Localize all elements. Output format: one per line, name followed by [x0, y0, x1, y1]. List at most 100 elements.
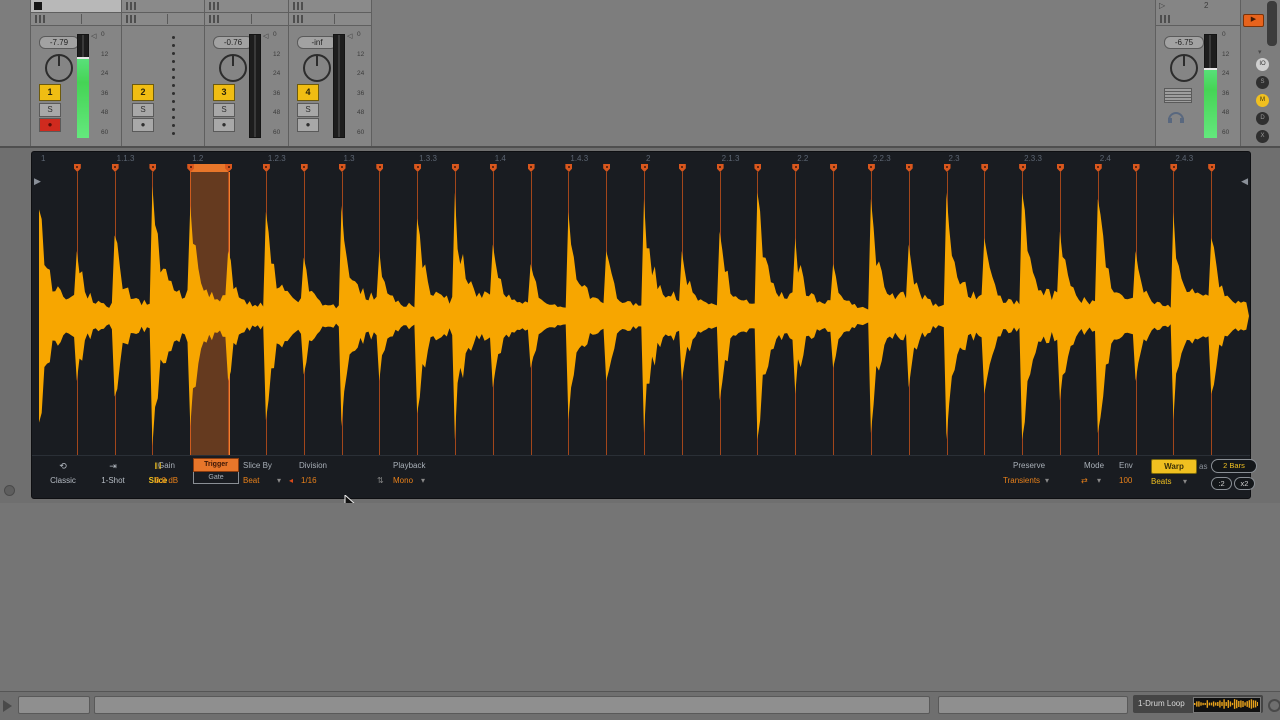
vertical-scrollbar[interactable]: [1267, 1, 1277, 46]
warp-bars-button[interactable]: 2 Bars: [1211, 459, 1257, 473]
solo-button[interactable]: S: [132, 103, 154, 117]
slice-flag[interactable]: [414, 164, 421, 172]
record-arm-button[interactable]: ●: [132, 118, 154, 132]
solo-button[interactable]: S: [213, 103, 235, 117]
one-shot-mode-button[interactable]: ⇥ 1-Shot: [89, 461, 137, 485]
waveform[interactable]: [39, 176, 1249, 456]
chevron-down-icon[interactable]: ▾: [1045, 476, 1049, 485]
volume-readout[interactable]: -0.76: [213, 36, 253, 49]
slice-flag[interactable]: [301, 164, 308, 172]
slice-flag[interactable]: [565, 164, 572, 172]
slice-flag[interactable]: [981, 164, 988, 172]
chevron-down-icon[interactable]: ▾: [1258, 48, 1262, 56]
slice-flag[interactable]: [263, 164, 270, 172]
chevron-down-icon[interactable]: ▾: [1183, 477, 1187, 486]
view-toggle-s[interactable]: S: [1256, 76, 1269, 89]
chevron-down-icon[interactable]: ▾: [1097, 476, 1101, 485]
volume-readout[interactable]: -inf: [297, 36, 337, 49]
slice-flag[interactable]: [339, 164, 346, 172]
warp-half-button[interactable]: :2: [1211, 477, 1232, 490]
loop-mode-icon[interactable]: ⇄: [1081, 476, 1088, 485]
view-toggle-io[interactable]: IO: [1256, 58, 1269, 71]
slice-flag[interactable]: [452, 164, 459, 172]
status-box-long[interactable]: [94, 696, 930, 714]
warp-button[interactable]: Warp: [1151, 459, 1197, 474]
slice-flag[interactable]: [528, 164, 535, 172]
selected-slice-flag[interactable]: [190, 164, 228, 172]
volume-readout[interactable]: -7.79: [39, 36, 79, 49]
solo-button[interactable]: S: [39, 103, 61, 117]
playback-value[interactable]: Mono: [393, 476, 413, 485]
pan-knob[interactable]: [219, 54, 247, 82]
slice-flag[interactable]: [868, 164, 875, 172]
chevron-down-icon[interactable]: ▾: [421, 476, 425, 485]
clip-slot[interactable]: [205, 0, 288, 13]
classic-mode-button[interactable]: ⟲ Classic: [37, 461, 89, 485]
crossfader-assign-box[interactable]: [1164, 88, 1192, 103]
clip-slot[interactable]: [289, 13, 371, 26]
headphone-cue-icon[interactable]: [1166, 108, 1186, 124]
gain-value[interactable]: 0.0 dB: [155, 476, 178, 485]
play-icon[interactable]: [3, 700, 12, 712]
slice-flag[interactable]: [149, 164, 156, 172]
slice-flag[interactable]: [830, 164, 837, 172]
slice-flag[interactable]: [1133, 164, 1140, 172]
slice-flag[interactable]: [1170, 164, 1177, 172]
env-value[interactable]: 100: [1119, 476, 1132, 485]
slice-flag[interactable]: [1057, 164, 1064, 172]
division-nudge-icon[interactable]: ◂: [289, 476, 293, 485]
scene-launch-icon[interactable]: ▷: [1159, 1, 1165, 10]
track-number-button[interactable]: 1: [39, 84, 61, 101]
clip-slot[interactable]: [289, 0, 371, 13]
warp-double-button[interactable]: x2: [1234, 477, 1255, 490]
slice-flag[interactable]: [112, 164, 119, 172]
slice-flag[interactable]: [641, 164, 648, 172]
trigger-gate-toggle[interactable]: Trigger Gate: [193, 458, 239, 484]
record-arm-button[interactable]: ●: [39, 118, 61, 132]
warp-mode-value[interactable]: Beats: [1151, 477, 1171, 486]
division-value[interactable]: 1/16: [301, 476, 317, 485]
slice-flag[interactable]: [944, 164, 951, 172]
current-sample-chip[interactable]: 1-Drum Loop: [1133, 695, 1263, 713]
trigger-option[interactable]: Trigger: [193, 458, 239, 472]
clip-slot[interactable]: [205, 13, 288, 26]
status-circle-icon[interactable]: [1268, 699, 1280, 712]
gate-option[interactable]: Gate: [193, 472, 239, 484]
track-number-button[interactable]: 4: [297, 84, 319, 101]
record-arm-button[interactable]: ●: [213, 118, 235, 132]
view-toggle-d[interactable]: D: [1256, 112, 1269, 125]
slice-flag[interactable]: [1019, 164, 1026, 172]
status-box-2[interactable]: [938, 696, 1128, 714]
simpler-sample-display[interactable]: 11.1.31.21.2.31.31.3.31.41.4.322.1.32.22…: [31, 151, 1251, 499]
record-arm-button[interactable]: ●: [297, 118, 319, 132]
status-box[interactable]: [18, 696, 90, 714]
track-number-button[interactable]: 2: [132, 84, 154, 101]
slice-flag[interactable]: [754, 164, 761, 172]
clip-slot[interactable]: [122, 13, 204, 26]
slice-flag[interactable]: [376, 164, 383, 172]
slice-flag[interactable]: [1095, 164, 1102, 172]
master-pan-knob[interactable]: [1170, 54, 1198, 82]
pan-knob[interactable]: [303, 54, 331, 82]
clip-slot[interactable]: [122, 0, 204, 13]
slice-flag[interactable]: [1208, 164, 1215, 172]
clip-slot[interactable]: [31, 0, 121, 13]
slice-flag[interactable]: [717, 164, 724, 172]
slice-flag[interactable]: [906, 164, 913, 172]
solo-button[interactable]: S: [297, 103, 319, 117]
slice-flag[interactable]: [792, 164, 799, 172]
slice-flag[interactable]: [603, 164, 610, 172]
pan-knob[interactable]: [45, 54, 73, 82]
panel-handle[interactable]: [4, 485, 15, 496]
view-toggle-m[interactable]: M: [1256, 94, 1269, 107]
preserve-value[interactable]: Transients: [1003, 476, 1040, 485]
chevron-down-icon[interactable]: ▾: [277, 476, 281, 485]
playback-voices-icon[interactable]: ⇅: [377, 476, 384, 485]
master-volume-readout[interactable]: -6.75: [1164, 36, 1204, 49]
slice-flag[interactable]: [679, 164, 686, 172]
clip-slot[interactable]: [31, 13, 121, 26]
view-toggle-x[interactable]: X: [1256, 130, 1269, 143]
slice-by-value[interactable]: Beat: [243, 476, 259, 485]
play-indicator-button[interactable]: ▶: [1243, 14, 1264, 27]
slice-flag[interactable]: [490, 164, 497, 172]
